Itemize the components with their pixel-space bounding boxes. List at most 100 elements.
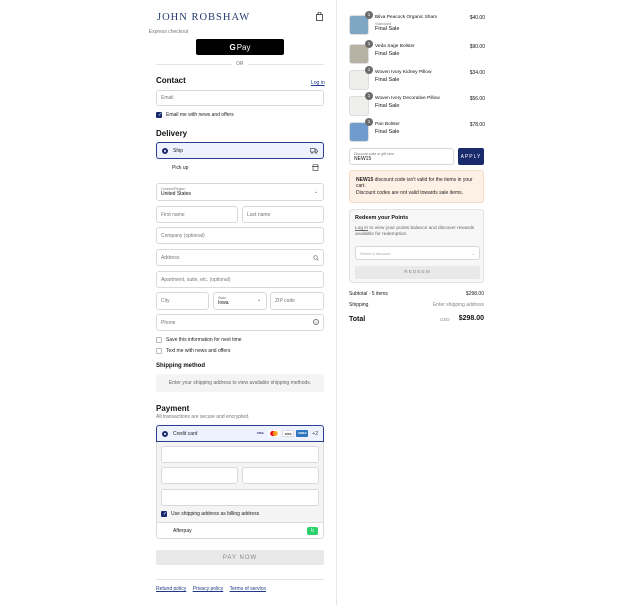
- pickup-label: Pick up: [172, 164, 189, 171]
- save-info-label: Save this information for next time: [166, 337, 242, 343]
- redeem-login-link[interactable]: Log in: [355, 226, 368, 231]
- ship-option[interactable]: Ship: [156, 142, 324, 159]
- delivery-heading: Delivery: [156, 129, 188, 138]
- apartment-field[interactable]: Apartment, suite, etc. (optional): [156, 271, 324, 288]
- name-on-card-field[interactable]: [161, 489, 319, 506]
- security-code-field[interactable]: [242, 467, 319, 484]
- credit-card-label: Credit card: [173, 430, 198, 437]
- help-icon[interactable]: ?: [313, 319, 319, 325]
- discount-value: NEW15: [354, 155, 372, 162]
- subtotal-value: $298.00: [465, 291, 484, 297]
- footer-divider: [156, 579, 324, 580]
- total-label: Total: [349, 316, 366, 323]
- apply-button[interactable]: APPLY: [458, 148, 484, 165]
- amex-icon: AMEX: [296, 430, 309, 437]
- cart-item: 1 Woven Ivory Kidney Pillow Final Sale $34.…: [349, 66, 485, 94]
- discount-warning: NEW15 discount code isn't valid for the …: [349, 170, 484, 203]
- text-me-label: Text me with news and offers: [166, 348, 231, 354]
- last-name-field[interactable]: Last name: [242, 206, 324, 223]
- contact-heading: Contact: [156, 76, 186, 85]
- product-name: Bilva Peacock Organic Sham: [375, 15, 438, 20]
- billing-same-row[interactable]: Use shipping address as billing address: [161, 511, 259, 517]
- email-field[interactable]: Email: [156, 90, 324, 106]
- credit-card-option[interactable]: Credit card VISA DISC AMEX +2: [156, 425, 324, 442]
- pay-now-button[interactable]: PAY NOW: [156, 550, 324, 565]
- final-sale-label: Final Sale: [375, 51, 400, 57]
- or-label: OR: [232, 61, 248, 67]
- discover-icon: DISC: [282, 430, 295, 437]
- card-number-field[interactable]: [161, 446, 319, 463]
- billing-same-checkbox[interactable]: [161, 511, 167, 517]
- country-select[interactable]: Country/Region United States: [156, 183, 324, 201]
- pickup-radio[interactable]: [161, 164, 167, 171]
- cart-item: 1 Pan Bolster Final Sale $78.00: [349, 118, 485, 146]
- city-field[interactable]: City: [156, 292, 209, 310]
- store-icon: [312, 164, 319, 171]
- brand-logo[interactable]: JOHN ROBSHAW: [157, 12, 250, 23]
- google-pay-button[interactable]: G Pay: [196, 39, 284, 55]
- quantity-badge: 1: [365, 66, 373, 74]
- news-checkbox[interactable]: [156, 112, 162, 118]
- redeem-points-panel: Redeem your Points Log in to view your p…: [349, 209, 484, 283]
- quantity-badge: 1: [365, 40, 373, 48]
- refund-policy-link[interactable]: Refund policy: [156, 586, 186, 592]
- state-value: Iowa: [218, 300, 229, 306]
- shipping-value: Enter shipping address: [432, 302, 484, 308]
- first-name-field[interactable]: First name: [156, 206, 238, 223]
- phone-field[interactable]: Phone: [156, 314, 324, 331]
- product-price: $40.00: [469, 15, 485, 21]
- save-info-checkbox[interactable]: [156, 337, 162, 343]
- select-chevron-icon: ⌄: [471, 250, 475, 256]
- text-me-row[interactable]: Text me with news and offers: [156, 348, 230, 354]
- subtotal-label: Subtotal · 5 items: [349, 291, 388, 297]
- final-sale-label: Final Sale: [375, 103, 400, 109]
- pickup-option[interactable]: Pick up: [156, 159, 324, 176]
- address-field[interactable]: Address: [156, 249, 324, 266]
- product-price: $34.00: [469, 70, 485, 76]
- quantity-badge: 1: [365, 118, 373, 126]
- afterpay-label: Afterpay: [173, 527, 192, 534]
- express-checkout-label: Express checkout: [148, 29, 189, 35]
- terms-link[interactable]: Terms of service: [230, 586, 266, 592]
- warning-text-2: Discount codes are not valid towards sal…: [356, 190, 463, 196]
- zip-field[interactable]: ZIP code: [270, 292, 324, 310]
- product-price: $56.00: [469, 96, 485, 102]
- product-name: Woven Ivory Kidney Pillow: [375, 70, 432, 75]
- shipping-label: Shipping: [349, 302, 369, 308]
- cart-item: 1 Bilva Peacock Organic Sham Standard Final…: [349, 11, 485, 39]
- shipping-method-heading: Shipping method: [156, 363, 205, 369]
- privacy-policy-link[interactable]: Privacy policy: [193, 586, 224, 592]
- visa-icon: VISA: [256, 431, 264, 435]
- text-me-checkbox[interactable]: [156, 348, 162, 354]
- product-price: $90.00: [469, 44, 485, 50]
- cart-item: 1 Woven Ivory Decorative Pillow Final Sale…: [349, 92, 485, 120]
- discount-field[interactable]: Discount code or gift card NEW15: [349, 148, 454, 165]
- ship-radio[interactable]: [162, 147, 168, 154]
- payment-heading: Payment: [156, 404, 190, 413]
- afterpay-radio[interactable]: [162, 527, 168, 534]
- expiration-field[interactable]: [161, 467, 238, 484]
- google-g-icon: G: [229, 42, 236, 52]
- checkout-form: JOHN ROBSHAW Express checkout G Pay OR C…: [0, 0, 337, 605]
- product-name: Veda Sage Bolster: [375, 44, 415, 49]
- footer-links: Refund policy Privacy policy Terms of se…: [156, 586, 271, 592]
- redeem-text: Log in to view your points balance and d…: [355, 226, 480, 239]
- credit-card-radio[interactable]: [162, 430, 168, 437]
- final-sale-label: Final Sale: [375, 129, 400, 135]
- redeem-button[interactable]: REDEEM: [355, 266, 480, 279]
- save-info-row[interactable]: Save this information for next time: [156, 337, 242, 343]
- product-name: Woven Ivory Decorative Pillow: [375, 96, 440, 101]
- cart-item: 1 Veda Sage Bolster Final Sale $90.00: [349, 40, 485, 68]
- afterpay-icon: ↻: [307, 526, 318, 535]
- discount-select[interactable]: Select a discount ⌄: [355, 246, 480, 260]
- truck-icon: [310, 147, 318, 154]
- afterpay-option[interactable]: Afterpay ↻: [156, 522, 324, 539]
- news-checkbox-row[interactable]: Email me with news and offers: [156, 112, 234, 118]
- mastercard-icon: [268, 430, 281, 437]
- quantity-badge: 1: [365, 11, 373, 19]
- shopping-bag-icon[interactable]: [316, 12, 323, 21]
- card-logos: VISA DISC AMEX +2: [254, 430, 318, 437]
- ship-label: Ship: [173, 147, 184, 154]
- login-link[interactable]: Log in: [311, 80, 325, 86]
- company-field[interactable]: Company (optional): [156, 227, 324, 244]
